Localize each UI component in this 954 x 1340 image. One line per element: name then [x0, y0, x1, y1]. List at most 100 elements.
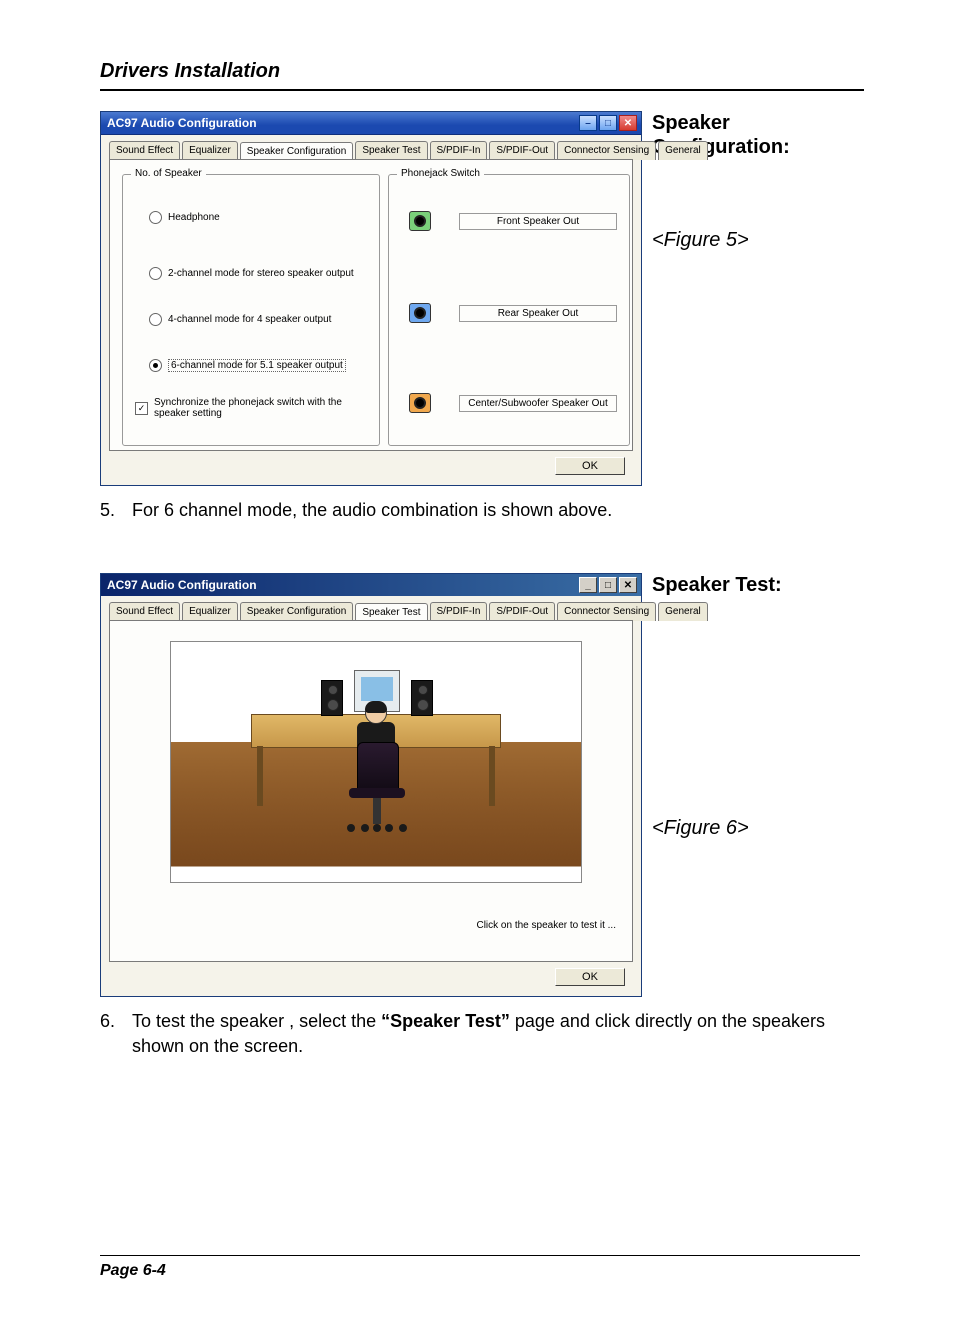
chair-base [373, 798, 381, 824]
radio-4ch[interactable] [149, 313, 162, 326]
fig6-window-buttons: _ □ ✕ [579, 577, 637, 593]
maximize-button[interactable]: □ [599, 577, 617, 593]
tab-general[interactable]: General [658, 141, 708, 160]
fig5-caption: <Figure 5> [652, 229, 864, 252]
spacer [100, 523, 864, 573]
radio-6ch-label: 6-channel mode for 5.1 speaker output [168, 359, 346, 372]
fig5-titlebar: AC97 Audio Configuration – □ ✕ [101, 112, 641, 135]
tab-connector-sensing[interactable]: Connector Sensing [557, 141, 656, 160]
fig6-body: Sound Effect Equalizer Speaker Configura… [101, 596, 641, 996]
person-hair [365, 701, 387, 713]
fig6-tabpage: Click on the speaker to test it ... [109, 620, 633, 962]
fig6-side-title: Speaker Test: [652, 573, 782, 597]
fig5-side: Speaker Configuration: <Figure 5> [652, 111, 864, 252]
step-6: 6. To test the speaker , select the “Spe… [100, 1009, 864, 1059]
left-speaker-icon[interactable] [321, 680, 343, 716]
tab-speaker-test[interactable]: Speaker Test [355, 141, 427, 160]
check-sync-label: Synchronize the phonejack switch with th… [154, 397, 364, 419]
radio-2ch[interactable] [149, 267, 162, 280]
fig5-window-buttons: – □ ✕ [579, 115, 637, 131]
close-button[interactable]: ✕ [619, 577, 637, 593]
group-phonejack-legend: Phonejack Switch [397, 168, 484, 179]
radio-headphone-label: Headphone [168, 212, 220, 223]
close-button[interactable]: ✕ [619, 115, 637, 131]
jack-front-row: Front Speaker Out [409, 211, 617, 231]
radio-2ch-label: 2-channel mode for stereo speaker output [168, 268, 354, 279]
jack-front-label: Front Speaker Out [459, 213, 617, 230]
chair-back [357, 742, 399, 792]
fig6-tabs: Sound Effect Equalizer Speaker Configura… [109, 602, 633, 621]
step-5-num: 5. [100, 498, 118, 523]
spacer [652, 667, 782, 747]
jack-rear-row: Rear Speaker Out [409, 303, 617, 323]
tab-equalizer[interactable]: Equalizer [182, 141, 238, 160]
jack-center-row: Center/Subwoofer Speaker Out [409, 393, 617, 413]
radio-headphone[interactable] [149, 211, 162, 224]
page-title: Drivers Installation [100, 60, 864, 83]
radio-4ch-row[interactable]: 4-channel mode for 4 speaker output [149, 313, 331, 326]
radio-headphone-row[interactable]: Headphone [149, 211, 220, 224]
step-5: 5. For 6 channel mode, the audio combina… [100, 498, 864, 523]
tab-spdif-in[interactable]: S/PDIF-In [430, 602, 488, 621]
speaker-test-hint: Click on the speaker to test it ... [476, 920, 616, 931]
fig6-titlebar: AC97 Audio Configuration _ □ ✕ [101, 574, 641, 596]
fig5-body: Sound Effect Equalizer Speaker Configura… [101, 135, 641, 485]
radio-6ch-row[interactable]: 6-channel mode for 5.1 speaker output [149, 359, 346, 372]
ok-button[interactable]: OK [555, 968, 625, 986]
step-6-pre: To test the speaker , select the [132, 1011, 381, 1031]
tab-general[interactable]: General [658, 602, 708, 621]
step-5-text: For 6 channel mode, the audio combinatio… [132, 498, 612, 523]
jack-rear-icon[interactable] [409, 303, 431, 323]
check-sync[interactable]: ✓ [135, 402, 148, 415]
jack-front-icon[interactable] [409, 211, 431, 231]
ok-button[interactable]: OK [555, 457, 625, 475]
radio-4ch-label: 4-channel mode for 4 speaker output [168, 314, 331, 325]
group-phonejack-switch: Phonejack Switch Front Speaker Out Rear … [388, 174, 630, 446]
speaker-test-illustration[interactable] [170, 641, 582, 883]
radio-6ch-dot [153, 363, 158, 368]
right-speaker-icon[interactable] [411, 680, 433, 716]
jack-hole-icon [414, 307, 426, 319]
check-sync-row[interactable]: ✓ Synchronize the phonejack switch with … [135, 397, 365, 419]
title-rule [100, 89, 864, 91]
tab-spdif-out[interactable]: S/PDIF-Out [489, 141, 555, 160]
jack-center-icon[interactable] [409, 393, 431, 413]
fig6-window: AC97 Audio Configuration _ □ ✕ Sound Eff… [100, 573, 642, 997]
chair-wheels [347, 822, 407, 832]
tab-sound-effect[interactable]: Sound Effect [109, 602, 180, 621]
tab-equalizer[interactable]: Equalizer [182, 602, 238, 621]
minimize-button[interactable]: _ [579, 577, 597, 593]
fig5-window-title: AC97 Audio Configuration [107, 116, 257, 130]
maximize-button[interactable]: □ [599, 115, 617, 131]
step-6-bold: “Speaker Test” [381, 1011, 510, 1031]
step-6-num: 6. [100, 1009, 118, 1059]
radio-6ch[interactable] [149, 359, 162, 372]
desk-leg-right [489, 746, 495, 806]
fig6-caption: <Figure 6> [652, 817, 782, 840]
document-page: Drivers Installation AC97 Audio Configur… [0, 0, 954, 1340]
tab-connector-sensing[interactable]: Connector Sensing [557, 602, 656, 621]
figure-5-row: AC97 Audio Configuration – □ ✕ Sound Eff… [100, 111, 864, 486]
page-number: Page 6-4 [100, 1255, 860, 1280]
radio-2ch-row[interactable]: 2-channel mode for stereo speaker output [149, 267, 354, 280]
fig6-ok-row: OK [109, 962, 633, 988]
fig5-ok-row: OK [109, 451, 633, 477]
tab-spdif-out[interactable]: S/PDIF-Out [489, 602, 555, 621]
group-no-of-speaker: No. of Speaker Headphone 2-channel mode … [122, 174, 380, 446]
step-6-text: To test the speaker , select the “Speake… [132, 1009, 864, 1059]
fig5-tabs: Sound Effect Equalizer Speaker Configura… [109, 141, 633, 160]
jack-center-label: Center/Subwoofer Speaker Out [459, 395, 617, 412]
fig5-tabpage: No. of Speaker Headphone 2-channel mode … [109, 159, 633, 451]
tab-spdif-in[interactable]: S/PDIF-In [430, 141, 488, 160]
tab-sound-effect[interactable]: Sound Effect [109, 141, 180, 160]
group-no-of-speaker-legend: No. of Speaker [131, 168, 206, 179]
jack-rear-label: Rear Speaker Out [459, 305, 617, 322]
figure-6-row: AC97 Audio Configuration _ □ ✕ Sound Eff… [100, 573, 864, 997]
tab-speaker-configuration[interactable]: Speaker Configuration [240, 602, 354, 621]
jack-hole-icon [414, 215, 426, 227]
chair-seat [349, 788, 405, 798]
fig6-window-title: AC97 Audio Configuration [107, 578, 257, 592]
person-head [365, 702, 387, 724]
minimize-button[interactable]: – [579, 115, 597, 131]
jack-hole-icon [414, 397, 426, 409]
